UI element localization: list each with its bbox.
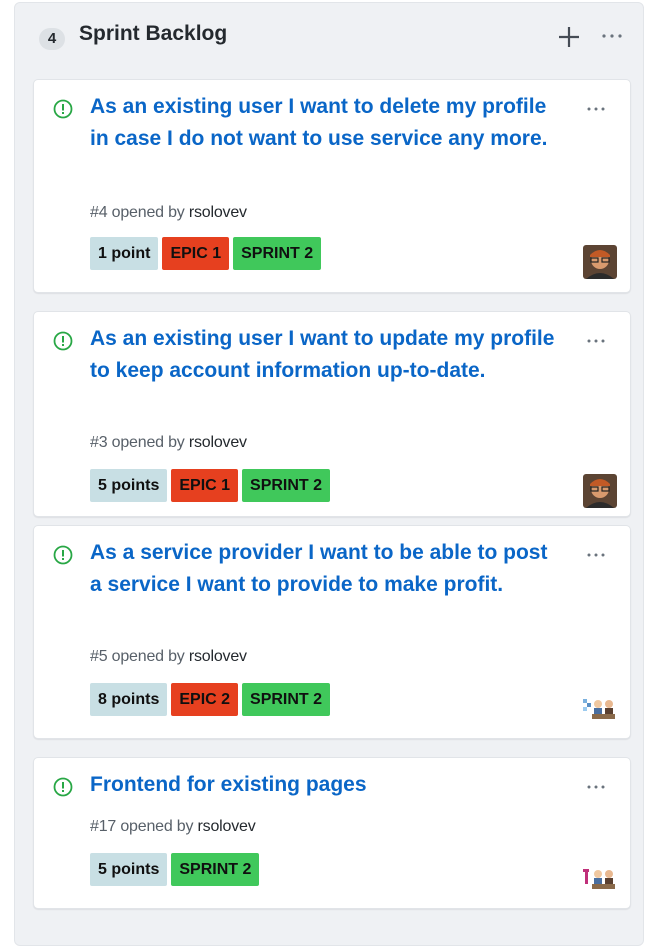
opened-by-text: opened by [111, 204, 185, 221]
column-title: Sprint Backlog [79, 22, 228, 45]
card-count-badge: 4 [39, 28, 65, 50]
author-link[interactable]: rsolovev [189, 204, 247, 221]
issue-card[interactable]: As an existing user I want to delete my … [33, 79, 631, 293]
project-column: 4 Sprint Backlog As an existing user I w… [14, 2, 644, 946]
open-issue-icon [53, 99, 73, 119]
issue-title-link[interactable]: As an existing user I want to delete my … [90, 91, 560, 155]
sprint-label[interactable]: SPRINT 2 [171, 853, 260, 886]
ellipsis-icon [587, 339, 605, 343]
card-menu-button[interactable] [584, 334, 610, 348]
card-menu-button[interactable] [584, 548, 610, 562]
ellipsis-icon [587, 785, 605, 789]
team-avatar [581, 691, 615, 725]
issue-meta: #3 opened by rsolovev [90, 434, 247, 452]
assignee-avatar[interactable] [583, 245, 617, 279]
issue-number[interactable]: #3 [90, 434, 108, 451]
assignee-avatar[interactable] [583, 474, 617, 508]
label-list: 8 points EPIC 2 SPRINT 2 [90, 683, 334, 716]
open-issue-icon [53, 777, 73, 797]
add-card-button[interactable] [555, 23, 583, 51]
sprint-label[interactable]: SPRINT 2 [242, 683, 331, 716]
assignee-avatar[interactable] [581, 861, 615, 895]
issue-card[interactable]: Frontend for existing pages #17 opened b… [33, 757, 631, 909]
issue-title-link[interactable]: As an existing user I want to update my … [90, 323, 560, 387]
card-menu-button[interactable] [584, 780, 610, 794]
label-list: 5 points SPRINT 2 [90, 853, 263, 886]
ellipsis-icon [587, 553, 605, 557]
issue-card[interactable]: As an existing user I want to update my … [33, 311, 631, 517]
user-photo-avatar [583, 474, 617, 508]
column-menu-button[interactable] [598, 25, 630, 47]
points-label[interactable]: 8 points [90, 683, 168, 716]
ellipsis-icon [602, 34, 622, 38]
opened-by-text: opened by [111, 648, 185, 665]
plus-icon [559, 27, 579, 47]
epic-label[interactable]: EPIC 1 [171, 469, 239, 502]
label-list: 5 points EPIC 1 SPRINT 2 [90, 469, 334, 502]
epic-label[interactable]: EPIC 2 [171, 683, 239, 716]
sprint-label[interactable]: SPRINT 2 [233, 237, 322, 270]
issue-meta: #4 opened by rsolovev [90, 204, 247, 222]
points-label[interactable]: 5 points [90, 469, 168, 502]
issue-number[interactable]: #17 [90, 818, 116, 835]
points-label[interactable]: 1 point [90, 237, 159, 270]
column-header: 4 Sprint Backlog [15, 3, 643, 73]
label-list: 1 point EPIC 1 SPRINT 2 [90, 237, 325, 270]
issue-meta: #17 opened by rsolovev [90, 818, 256, 836]
author-link[interactable]: rsolovev [189, 648, 247, 665]
card-menu-button[interactable] [584, 102, 610, 116]
author-link[interactable]: rsolovev [198, 818, 256, 835]
issue-title-link[interactable]: As a service provider I want to be able … [90, 537, 560, 601]
issue-number[interactable]: #5 [90, 648, 108, 665]
points-label[interactable]: 5 points [90, 853, 168, 886]
epic-label[interactable]: EPIC 1 [162, 237, 230, 270]
assignee-avatar[interactable] [581, 691, 615, 725]
user-photo-avatar [583, 245, 617, 279]
issue-title-link[interactable]: Frontend for existing pages [90, 769, 560, 801]
opened-by-text: opened by [111, 434, 185, 451]
ellipsis-icon [587, 107, 605, 111]
opened-by-text: opened by [120, 818, 194, 835]
team-avatar [581, 861, 615, 895]
issue-card[interactable]: As a service provider I want to be able … [33, 525, 631, 739]
issue-meta: #5 opened by rsolovev [90, 648, 247, 666]
issue-number[interactable]: #4 [90, 204, 108, 221]
open-issue-icon [53, 545, 73, 565]
author-link[interactable]: rsolovev [189, 434, 247, 451]
open-issue-icon [53, 331, 73, 351]
sprint-label[interactable]: SPRINT 2 [242, 469, 331, 502]
